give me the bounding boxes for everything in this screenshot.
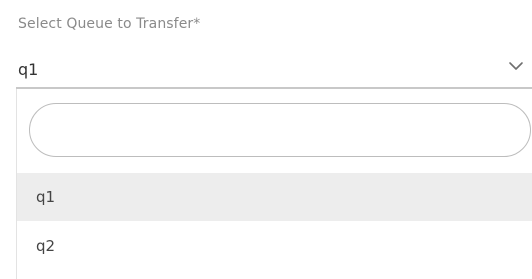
queue-dropdown-list: q1 q2 — [16, 89, 532, 279]
chevron-down-icon[interactable] — [508, 60, 524, 72]
transfer-queue-panel: Select Queue to Transfer* q1 q1 q2 — [0, 0, 532, 279]
queue-option-q1[interactable]: q1 — [17, 173, 532, 221]
queue-select[interactable]: q1 — [16, 52, 532, 86]
dropdown-search-input[interactable] — [29, 103, 531, 157]
queue-select-value: q1 — [18, 60, 39, 79]
queue-field-label: Select Queue to Transfer* — [18, 16, 201, 32]
dropdown-search-wrapper — [29, 103, 531, 157]
queue-option-q2[interactable]: q2 — [17, 222, 532, 270]
